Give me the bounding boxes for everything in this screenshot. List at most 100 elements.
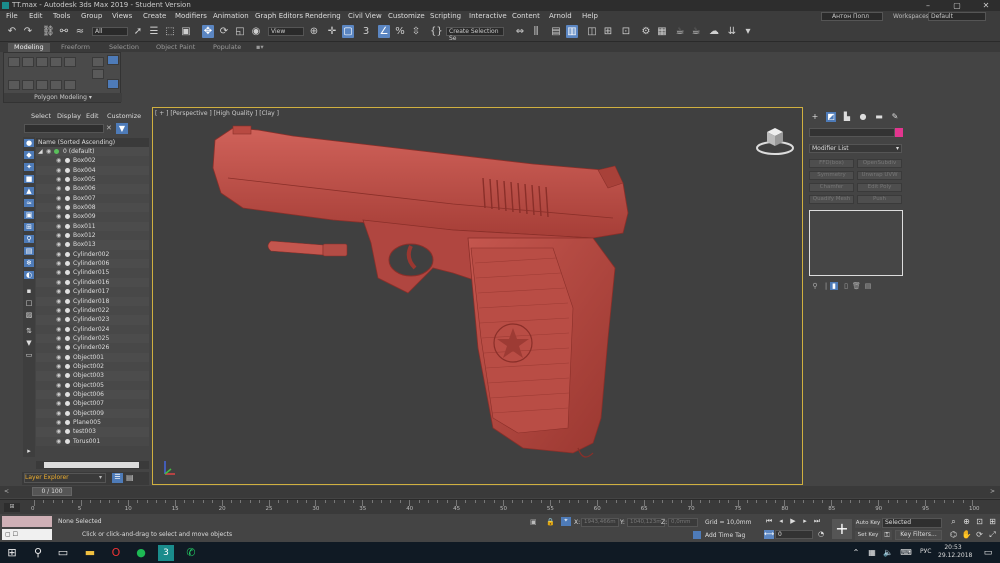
reference-coordinate-dropdown[interactable]: View [268,27,304,36]
pan-view-icon[interactable]: ✋ [961,530,972,540]
angle-snap-icon[interactable]: ∠ [378,25,390,38]
y-coordinate-field[interactable]: 1040,123m [627,518,665,527]
absolute-mode-icon[interactable]: ⌖ [561,517,571,526]
ribbon-button[interactable] [22,80,34,90]
visibility-eye-icon[interactable]: ◉ [46,147,51,156]
display-hidden-icon[interactable]: ◐ [24,271,34,279]
visibility-eye-icon[interactable]: ◉ [56,437,61,446]
list-item[interactable]: ◉ Cylinder022 [36,305,149,316]
keyboard-shortcut-override-icon[interactable]: ▢ [342,25,354,38]
input-language[interactable]: РУС [920,548,931,555]
next-frame-icon[interactable]: ▸ [800,517,810,526]
zoom-all-icon[interactable]: ⊕ [961,517,972,527]
menu-file[interactable]: File [6,11,18,22]
ribbon-button[interactable] [50,80,62,90]
display-all-icon[interactable]: ▪ [24,287,34,295]
visibility-eye-icon[interactable]: ◉ [56,287,61,296]
display-containers-icon[interactable]: ▤ [24,247,34,255]
workspaces-dropdown[interactable]: Default [928,12,986,21]
list-item[interactable]: ◉ Box013 [36,240,149,250]
make-unique-icon[interactable]: ▯ [842,282,850,290]
visibility-eye-icon[interactable]: ◉ [56,212,61,221]
explorer-menu-select[interactable]: Select [31,112,51,120]
mirror-icon[interactable]: ⇔ [514,25,526,38]
time-tag-icon[interactable] [693,531,701,539]
key-lock-icon[interactable]: ⚿ [882,530,892,540]
modifier-button-unwrap-uvw[interactable]: Unwrap UVW [857,171,902,180]
visibility-eye-icon[interactable]: ◉ [56,184,61,193]
visibility-eye-icon[interactable]: ◉ [56,250,61,259]
field-of-view-icon[interactable]: ⌬ [948,530,959,540]
visibility-eye-icon[interactable]: ◉ [56,194,61,203]
previous-frame-icon[interactable]: ◂ [776,517,786,526]
visibility-eye-icon[interactable]: ◉ [56,278,61,287]
modifier-button-symmetry[interactable]: Symmetry [809,171,854,180]
modifier-button-chamfer[interactable]: Chamfer [809,183,854,192]
goto-end-icon[interactable]: ⏭ [812,517,822,526]
time-slider[interactable]: < 0 / 100 > [0,486,1000,498]
rectangular-selection-icon[interactable]: ⬚ [164,25,176,38]
pivot-center-icon[interactable]: ⊕ [308,25,320,38]
key-set-dropdown[interactable]: Selected [882,518,942,528]
display-space-warps-icon[interactable]: ≈ [24,199,34,207]
add-time-tag[interactable]: Add Time Tag [705,532,745,539]
list-item[interactable]: ◉ Object002 [36,361,149,372]
maxscript-listener-input[interactable] [2,516,52,527]
unlink-icon[interactable]: ⚯ [58,25,70,38]
list-item[interactable]: ◉ Object009 [36,408,149,418]
list-item[interactable]: ◉ Box011 [36,221,149,232]
a360-gallery-icon[interactable]: ⇊ [726,25,738,38]
maximize-button[interactable]: ▢ [943,0,971,11]
bind-space-warp-icon[interactable]: ≈ [74,25,86,38]
list-item[interactable]: ◉ test003 [36,427,149,437]
toggle-scene-explorer-icon[interactable]: ▤ [550,25,562,38]
hierarchy-tab-icon[interactable]: ▙ [842,112,852,122]
ribbon-button[interactable] [36,57,48,67]
configure-modifier-sets-icon[interactable]: ▤ [864,282,872,290]
isolate-selection-icon[interactable]: ▣ [530,518,537,526]
track-bar[interactable]: ⊞ 0 5 10 15 20 25 30 35 40 45 50 55 60 65 70 75 80 85 90 95… [0,499,1000,514]
visibility-eye-icon[interactable]: ◉ [56,297,61,306]
visibility-eye-icon[interactable]: ◉ [56,399,61,408]
zoom-extents-all-icon[interactable]: ⊞ [987,517,998,527]
remove-modifier-icon[interactable]: 🗑 [852,282,861,290]
ribbon-button[interactable] [64,57,76,67]
column-header[interactable]: Name (Sorted Ascending) [36,138,149,147]
list-item[interactable]: ◉ Cylinder024 [36,324,149,334]
list-item[interactable]: ◉ Cylinder025 [36,333,149,344]
whatsapp-icon[interactable]: ✆ [183,545,199,561]
zoom-extents-icon[interactable]: ⊡ [974,517,985,527]
list-item[interactable]: ◉ Box002 [36,156,149,166]
set-key-button[interactable]: Set Key [855,531,881,540]
display-groups-icon[interactable]: ▣ [24,211,34,219]
menu-create[interactable]: Create [143,11,166,22]
display-shapes-icon[interactable]: ◆ [24,151,34,159]
select-manipulate-icon[interactable]: ✛ [326,25,338,38]
tab-populate[interactable]: Populate [207,43,247,52]
render-cloud-icon[interactable]: ☁ [708,25,720,38]
sort-icon[interactable]: ⇅ [24,327,34,335]
visibility-eye-icon[interactable]: ◉ [56,156,61,165]
key-filters-button[interactable]: Key Filters... [895,530,942,540]
visibility-eye-icon[interactable]: ◉ [56,390,61,399]
align-icon[interactable]: ⫼ [530,25,542,38]
filter-icon[interactable]: ▼ [116,123,128,134]
search-icon[interactable]: ⚲ [30,545,46,561]
utilities-tab-icon[interactable]: ✎ [890,112,900,122]
selection-filter-dropdown[interactable]: All [92,27,128,36]
horizontal-scrollbar[interactable] [36,461,149,469]
menu-graph-editors[interactable]: Graph Editors [255,11,303,22]
tab-selection[interactable]: Selection [103,43,145,52]
volume-icon[interactable]: 🔈 [880,545,896,561]
menu-content[interactable]: Content [512,11,540,22]
snaps-toggle-icon[interactable]: 3 [360,25,372,38]
perspective-viewport[interactable]: [ + ] [Perspective ] [High Quality ] [Cl… [152,107,803,485]
render-setup-icon[interactable]: ⚙ [640,25,652,38]
visibility-eye-icon[interactable]: ◉ [56,427,61,436]
set-keys-icon[interactable]: + [832,519,852,539]
menu-rendering[interactable]: Rendering [305,11,341,22]
tab-object-paint[interactable]: Object Paint [150,43,201,52]
object-name-field[interactable] [809,128,895,137]
pin-stack-icon[interactable]: ⚲ [811,282,819,290]
slider-right-icon[interactable]: > [990,488,995,495]
